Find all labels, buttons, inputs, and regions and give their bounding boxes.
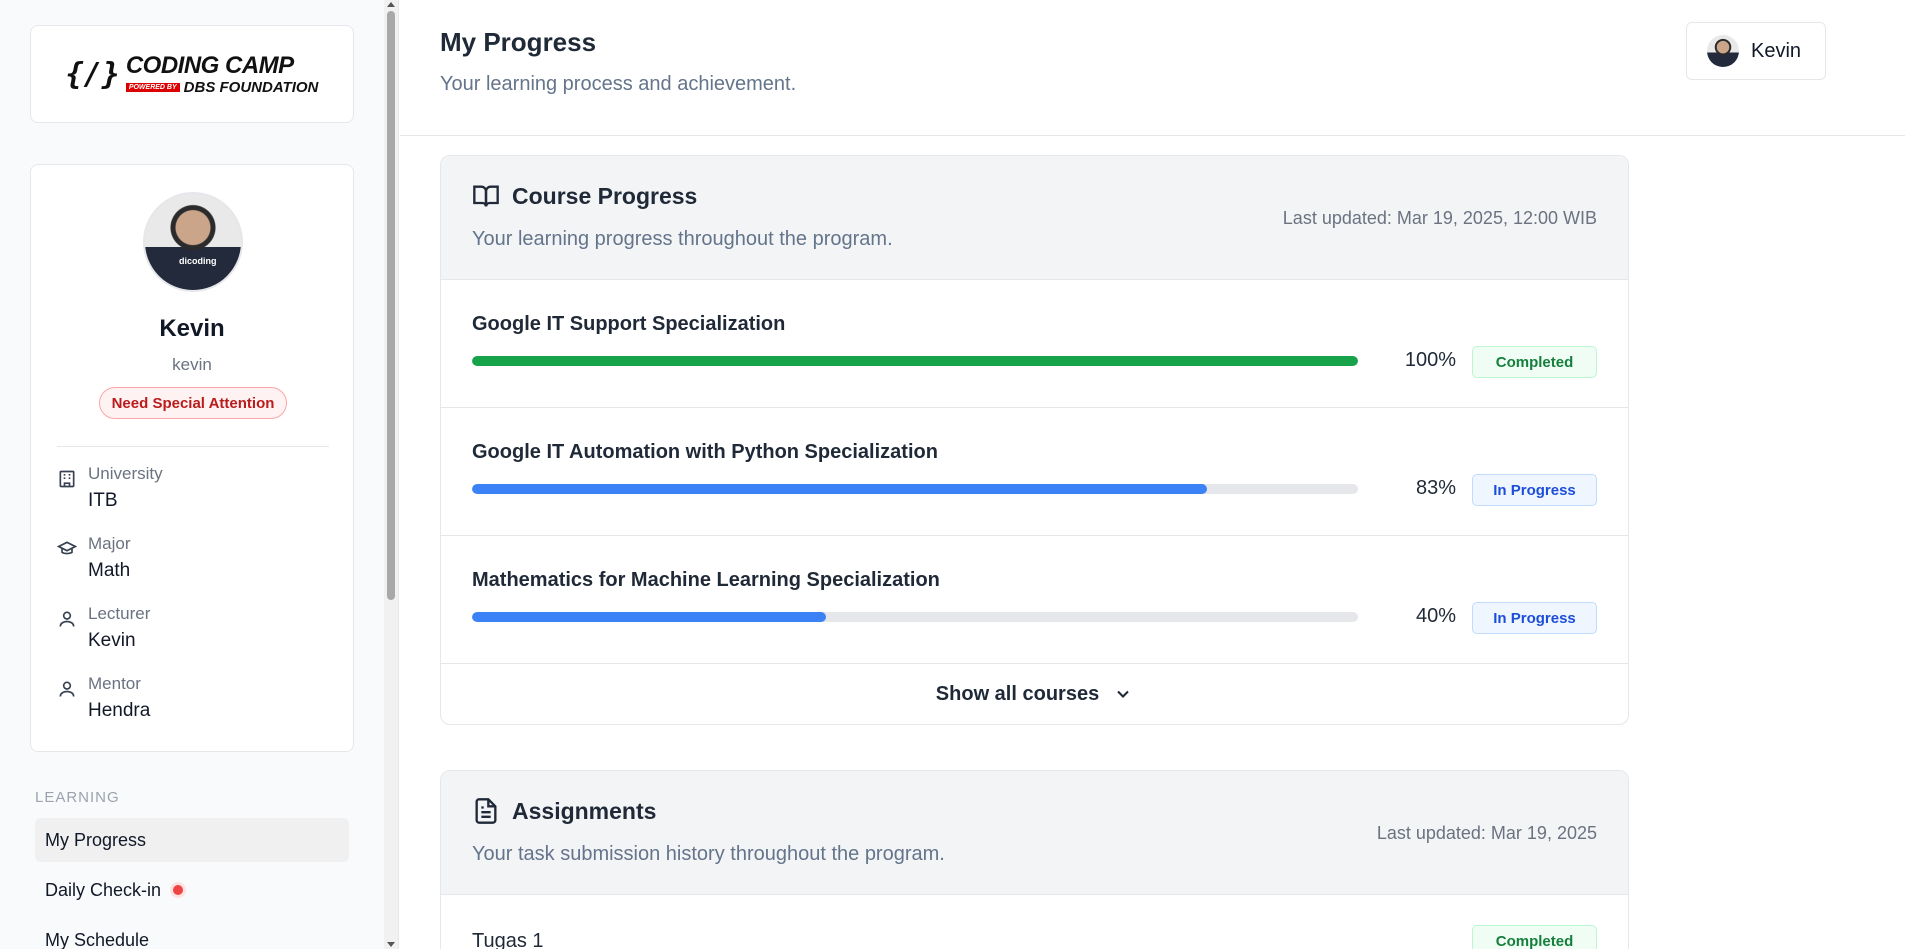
user-icon [59, 681, 75, 697]
info-value: Math [88, 560, 131, 581]
avatar: dicoding [143, 192, 243, 292]
user-name: Kevin [1751, 39, 1802, 62]
card-title: Assignments [472, 797, 656, 825]
show-all-courses-button[interactable]: Show all courses [441, 664, 1628, 724]
card-subtitle: Your learning progress throughout the pr… [472, 228, 893, 250]
status-badge: In Progress [1472, 474, 1597, 506]
notification-dot [173, 885, 184, 895]
card-subtitle: Your task submission history throughout … [472, 843, 945, 865]
sidebar-scrollbar[interactable] [384, 0, 398, 949]
nav-item-my-schedule[interactable]: My Schedule [35, 918, 349, 949]
page-header: My Progress Your learning process and ac… [400, 0, 1905, 136]
progress-fill [472, 612, 827, 622]
user-icon [59, 611, 75, 627]
info-label: University [88, 464, 163, 483]
progress-percent: 40% [1415, 605, 1456, 627]
logo-org-text: DBS FOUNDATION [183, 78, 319, 96]
info-mentor: Mentor Hendra [57, 674, 329, 730]
nav-section-label: LEARNING [35, 789, 120, 806]
status-badge: Completed [1472, 925, 1597, 949]
info-lecturer: Lecturer Kevin [57, 604, 329, 660]
nav-item-daily-checkin[interactable]: Daily Check-in [35, 868, 349, 912]
course-row: Google IT Support Specialization 100% Co… [441, 280, 1628, 408]
nav-item-label: Daily Check-in [45, 879, 162, 900]
page-title: My Progress [440, 27, 597, 57]
book-open-icon [473, 185, 499, 207]
scroll-thumb[interactable] [387, 11, 395, 600]
info-value: Kevin [88, 630, 136, 651]
profile-card: dicoding Kevin kevin Need Special Attent… [30, 164, 354, 752]
info-label: Mentor [88, 674, 141, 693]
assignments-card: Assignments Your task submission history… [440, 770, 1629, 949]
status-badge: In Progress [1472, 602, 1597, 634]
file-text-icon [475, 798, 497, 824]
avatar [1707, 35, 1739, 67]
graduation-cap-icon [57, 541, 77, 555]
course-row: Google IT Automation with Python Special… [441, 408, 1628, 536]
status-badge: Completed [1472, 346, 1597, 378]
course-progress-card: Course Progress Your learning progress t… [440, 155, 1629, 725]
show-all-label: Show all courses [935, 682, 1100, 705]
profile-name: Kevin [159, 315, 225, 342]
progress-fill [472, 484, 1208, 494]
status-badge: Need Special Attention [99, 387, 287, 419]
info-label: Major [88, 534, 131, 553]
progress-bar [472, 484, 1358, 494]
course-name: Mathematics for Machine Learning Special… [472, 569, 940, 591]
progress-percent: 100% [1404, 349, 1456, 371]
avatar-shirt-text: dicoding [179, 256, 217, 266]
card-header: Assignments Your task submission history… [441, 771, 1628, 895]
logo-brace: {/} [65, 56, 120, 92]
user-menu-button[interactable]: Kevin [1686, 22, 1826, 80]
last-updated: Last updated: Mar 19, 2025, 12:00 WIB [1282, 208, 1597, 228]
assignment-row: Tugas 1 Completed [441, 895, 1628, 949]
building-icon [59, 470, 75, 488]
progress-percent: 83% [1415, 477, 1456, 499]
scroll-up-arrow-icon[interactable] [387, 2, 395, 7]
info-value: Hendra [88, 700, 151, 721]
card-title-text: Course Progress [512, 182, 698, 209]
nav-item-my-progress[interactable]: My Progress [35, 818, 349, 862]
sidebar: {/} CODING CAMP POWERED BY DBS FOUNDATIO… [0, 0, 399, 949]
card-title-text: Assignments [512, 797, 657, 824]
page-subtitle: Your learning process and achievement. [440, 73, 797, 95]
nav-item-label: My Schedule [45, 929, 150, 949]
course-row: Mathematics for Machine Learning Special… [441, 536, 1628, 664]
card-title: Course Progress [472, 182, 697, 210]
assignment-name: Tugas 1 [472, 930, 544, 949]
info-major: Major Math [57, 534, 329, 590]
progress-fill [472, 356, 1358, 366]
card-header: Course Progress Your learning progress t… [441, 156, 1628, 280]
nav-item-label: My Progress [45, 829, 147, 850]
course-name: Google IT Support Specialization [472, 313, 786, 335]
course-name: Google IT Automation with Python Special… [472, 441, 938, 463]
coding-camp-logo: {/} CODING CAMP POWERED BY DBS FOUNDATIO… [65, 51, 319, 96]
info-value: ITB [88, 490, 118, 511]
scroll-down-arrow-icon[interactable] [387, 942, 395, 947]
last-updated: Last updated: Mar 19, 2025 [1376, 823, 1597, 843]
divider [57, 446, 329, 447]
info-university: University ITB [57, 464, 329, 520]
logo-main-text: CODING CAMP [125, 51, 294, 79]
progress-bar [472, 612, 1358, 622]
chevron-down-icon [1117, 690, 1129, 698]
progress-bar [472, 356, 1358, 366]
info-label: Lecturer [88, 604, 151, 623]
logo-powered-by: POWERED BY [125, 82, 180, 92]
logo-card[interactable]: {/} CODING CAMP POWERED BY DBS FOUNDATIO… [30, 25, 354, 123]
profile-username: kevin [172, 355, 212, 374]
